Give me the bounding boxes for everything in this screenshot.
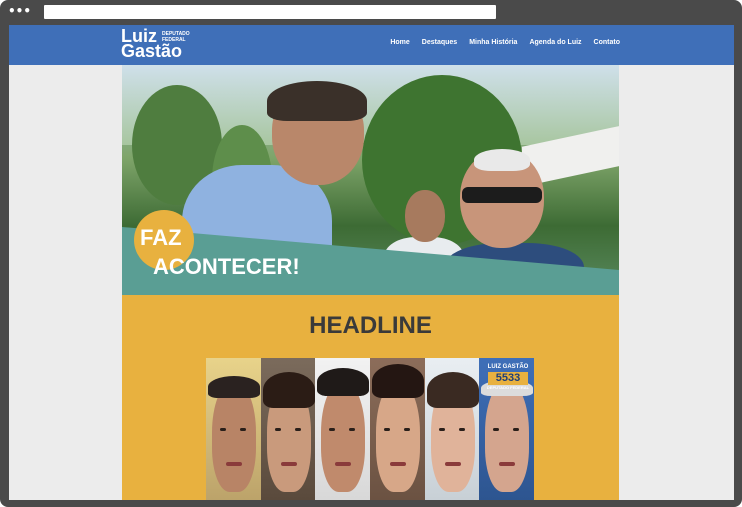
campaign-brand-mark: LUIZ GASTÃO 5533 DEPUTADO FEDERAL bbox=[486, 364, 530, 390]
face-eye bbox=[349, 428, 356, 431]
face-eye bbox=[458, 428, 465, 431]
face-eye bbox=[220, 428, 226, 431]
hero-title-faz: FAZ bbox=[140, 225, 182, 250]
face-mouth bbox=[390, 462, 407, 466]
face-eye bbox=[240, 428, 246, 431]
face-2 bbox=[260, 358, 316, 500]
section-headline: HEADLINE bbox=[309, 312, 432, 339]
headline-section: HEADLINE LUIZ GASTÃO 5533 DEPUTADO FEDER… bbox=[122, 295, 619, 500]
face-hair bbox=[262, 372, 315, 408]
face-hair bbox=[208, 376, 260, 398]
face-eye bbox=[274, 428, 281, 431]
face-head bbox=[212, 382, 256, 492]
face-hair bbox=[372, 364, 425, 398]
face-eye bbox=[513, 428, 520, 431]
face-mouth bbox=[499, 462, 516, 466]
face-eye bbox=[438, 428, 445, 431]
nav-destaques[interactable]: Destaques bbox=[422, 39, 457, 46]
face-hair bbox=[317, 368, 370, 396]
face-3 bbox=[315, 358, 371, 500]
face-eye bbox=[329, 428, 336, 431]
candidates-faces-image: LUIZ GASTÃO 5533 DEPUTADO FEDERAL bbox=[206, 358, 535, 500]
main-nav: Home Destaques Minha História Agenda do … bbox=[390, 39, 620, 46]
face-head bbox=[485, 382, 530, 492]
face-mouth bbox=[444, 462, 461, 466]
brand-role: DEPUTADO FEDERAL bbox=[486, 385, 530, 390]
face-eye bbox=[493, 428, 500, 431]
face-eye bbox=[404, 428, 411, 431]
face-5 bbox=[424, 358, 480, 500]
browser-window: ••• Luiz DEPUTADO FEDERAL Gastão Home De… bbox=[0, 0, 742, 507]
nav-home[interactable]: Home bbox=[390, 39, 409, 46]
nav-minha-historia[interactable]: Minha História bbox=[469, 39, 517, 46]
page-viewport: Luiz DEPUTADO FEDERAL Gastão Home Destaq… bbox=[9, 25, 734, 500]
face-mouth bbox=[335, 462, 352, 466]
hero-banner: FAZ ACONTECER! bbox=[122, 65, 619, 295]
brand-number: 5533 bbox=[488, 372, 528, 385]
browser-menu-dots[interactable]: ••• bbox=[8, 5, 31, 17]
brand-name: LUIZ GASTÃO bbox=[487, 364, 529, 370]
site-header: Luiz DEPUTADO FEDERAL Gastão Home Destaq… bbox=[9, 25, 734, 65]
face-eye bbox=[294, 428, 301, 431]
face-mouth bbox=[280, 462, 297, 466]
face-eye bbox=[384, 428, 391, 431]
face-4 bbox=[370, 358, 425, 500]
face-head bbox=[321, 382, 366, 492]
face-head bbox=[376, 382, 421, 492]
nav-contato[interactable]: Contato bbox=[594, 39, 620, 46]
hero-title-acontecer: ACONTECER! bbox=[153, 254, 300, 279]
face-1 bbox=[206, 358, 261, 500]
face-mouth bbox=[226, 462, 242, 466]
address-bar[interactable] bbox=[44, 5, 496, 19]
face-hair bbox=[426, 372, 479, 408]
nav-agenda[interactable]: Agenda do Luiz bbox=[529, 39, 581, 46]
logo-line-2: Gastão bbox=[121, 41, 183, 61]
